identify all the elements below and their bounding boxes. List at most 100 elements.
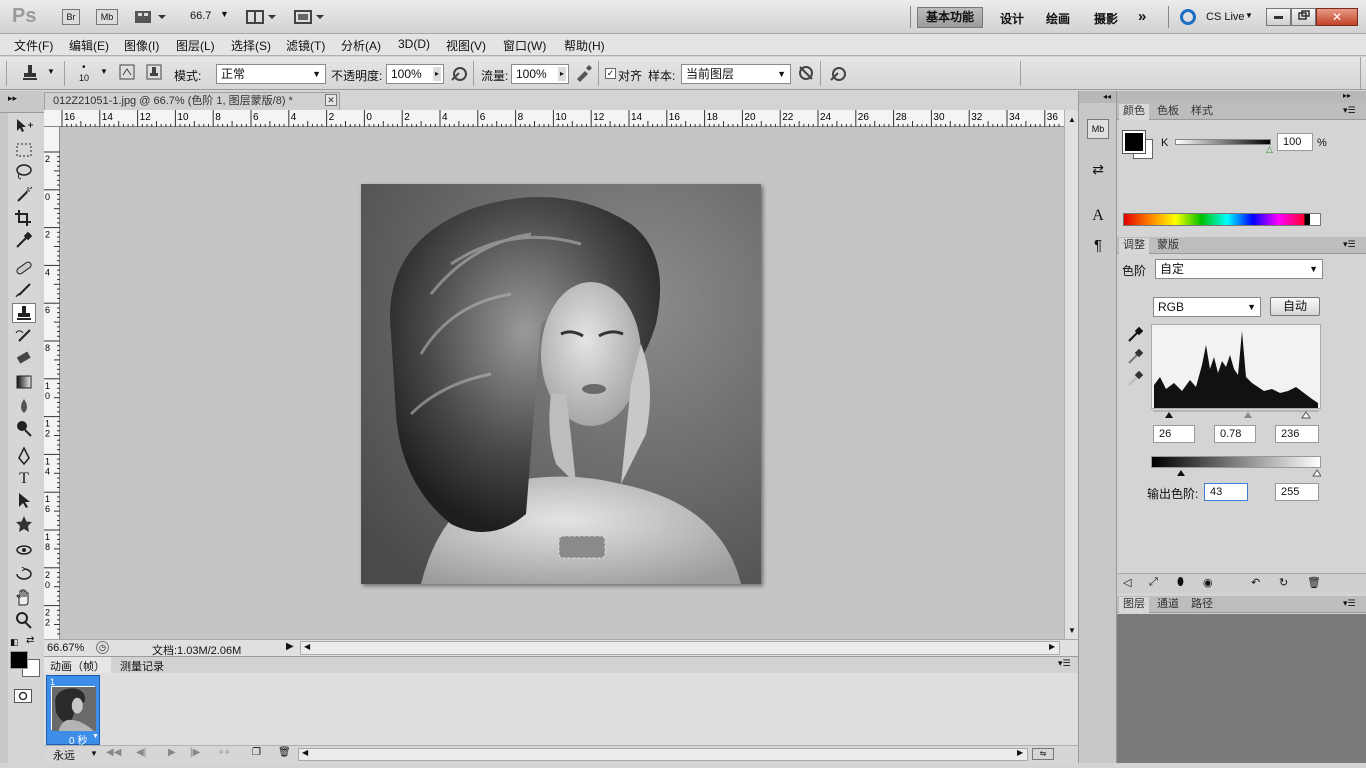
status-info-icon[interactable]: ◷	[96, 641, 109, 654]
reset-icon[interactable]: ↻	[1279, 576, 1288, 589]
minimize-button[interactable]	[1266, 8, 1291, 26]
custom-shape-tool[interactable]	[12, 515, 36, 535]
menu-view[interactable]: 视图(V)	[446, 37, 486, 54]
zoom-dropdown-arrow-icon[interactable]: ▼	[220, 9, 229, 19]
quick-selection-tool[interactable]	[12, 185, 36, 205]
flow-slider-arrow-icon[interactable]: ▸	[557, 67, 566, 81]
previous-frame-icon[interactable]: ◀|	[136, 747, 146, 758]
crop-tool[interactable]	[12, 209, 36, 229]
auto-button[interactable]: 自动	[1270, 297, 1320, 316]
vertical-scrollbar[interactable]: ▲ ▼	[1064, 110, 1078, 639]
menu-select[interactable]: 选择(S)	[231, 37, 271, 54]
tab-color[interactable]: 颜色	[1119, 104, 1149, 120]
type-tool[interactable]: T	[12, 469, 36, 489]
airbrush-toggle[interactable]	[574, 63, 594, 83]
convert-to-timeline-icon[interactable]: ⇋	[1032, 748, 1054, 760]
input-levels-slider[interactable]	[1151, 409, 1321, 419]
menu-file[interactable]: 文件(F)	[14, 37, 53, 54]
sample-dropdown[interactable]: 当前图层 ▼	[681, 64, 791, 84]
opacity-field[interactable]: 100% ▸	[386, 64, 444, 84]
view-extras-button[interactable]	[134, 9, 168, 25]
foreground-color-swatch[interactable]	[10, 651, 28, 669]
menu-analysis[interactable]: 分析(A)	[341, 37, 381, 54]
k-value-field[interactable]: 100	[1277, 133, 1313, 151]
channel-dropdown[interactable]: RGB ▼	[1153, 297, 1261, 317]
tab-channels[interactable]: 通道	[1153, 597, 1183, 613]
workspace-photography[interactable]: 摄影	[1094, 10, 1118, 27]
brush-picker-arrow-icon[interactable]: ▼	[100, 67, 108, 76]
menu-window[interactable]: 窗口(W)	[503, 37, 546, 54]
delete-adjustment-icon[interactable]: 🗑	[1307, 576, 1321, 589]
path-selection-tool[interactable]	[12, 491, 36, 511]
character-panel-icon[interactable]: A	[1088, 207, 1108, 227]
tab-masks[interactable]: 蒙版	[1153, 238, 1183, 254]
workspace-design[interactable]: 设计	[1000, 10, 1024, 27]
tab-swatches[interactable]: 色板	[1153, 104, 1183, 120]
menu-3d[interactable]: 3D(D)	[398, 37, 430, 51]
mini-bridge-panel-icon[interactable]: Mb	[1087, 119, 1109, 139]
tween-icon[interactable]: ∘∘	[218, 747, 231, 758]
clone-source-toggle[interactable]	[144, 63, 164, 83]
k-slider-handle-icon[interactable]: △	[1266, 144, 1273, 155]
status-menu-arrow-icon[interactable]: ▶	[286, 641, 294, 652]
marquee-tool[interactable]	[12, 141, 36, 161]
output-levels-slider[interactable]	[1151, 468, 1322, 478]
loop-dropdown-icon[interactable]: ▼	[90, 749, 98, 758]
tool-preset-arrow-icon[interactable]: ▼	[47, 67, 55, 76]
quick-mask-button[interactable]	[14, 689, 32, 703]
color-fg-swatch[interactable]	[1122, 130, 1146, 154]
aligned-checkbox[interactable]: ✓	[605, 68, 616, 79]
tab-animation-frames[interactable]: 动画（帧）	[44, 657, 111, 674]
scroll-left-icon[interactable]: ◀	[304, 642, 310, 651]
eraser-tool[interactable]	[12, 349, 36, 369]
bridge-button[interactable]: Br	[62, 9, 80, 25]
move-tool[interactable]	[12, 117, 36, 137]
output-black-field[interactable]: 43	[1204, 483, 1248, 501]
mode-dropdown[interactable]: 正常 ▼	[216, 64, 326, 84]
mini-bridge-button[interactable]: Mb	[96, 9, 118, 25]
play-icon[interactable]: ▶	[168, 747, 176, 758]
brush-panel-toggle[interactable]	[117, 63, 137, 83]
ignore-adjustment-layers-toggle[interactable]	[796, 63, 816, 83]
menu-filter[interactable]: 滤镜(T)	[286, 37, 325, 54]
next-frame-icon[interactable]: |▶	[190, 747, 200, 758]
eyedropper-tool[interactable]	[12, 231, 36, 251]
pressure-size-toggle[interactable]	[828, 63, 848, 83]
pressure-opacity-toggle[interactable]	[449, 63, 469, 83]
visibility-eye-icon[interactable]: ◉	[1203, 576, 1213, 589]
input-white-field[interactable]: 236	[1275, 425, 1319, 443]
black-point-eyedropper[interactable]	[1127, 326, 1144, 346]
tab-paths[interactable]: 路径	[1187, 597, 1217, 613]
healing-brush-tool[interactable]	[12, 259, 36, 279]
duplicate-frame-icon[interactable]: ❐	[252, 747, 261, 758]
menu-layer[interactable]: 图层(L)	[176, 37, 215, 54]
color-spectrum-ramp[interactable]	[1123, 213, 1321, 226]
arrange-documents-button[interactable]	[246, 9, 280, 25]
default-colors-icon[interactable]: ◧	[10, 637, 19, 648]
white-point-eyedropper[interactable]	[1127, 370, 1144, 390]
k-slider[interactable]	[1175, 139, 1271, 145]
layers-panel-menu-icon[interactable]: ▾☰	[1343, 598, 1356, 609]
frame-delay-arrow-icon[interactable]: ▼	[92, 733, 99, 740]
expand-view-icon[interactable]: ⤢	[1149, 576, 1158, 589]
more-workspaces-icon[interactable]: »	[1138, 8, 1146, 25]
scroll-right-icon[interactable]: ▶	[1049, 642, 1055, 651]
history-brush-tool[interactable]	[12, 327, 36, 347]
history-panel-icon[interactable]: ⇄	[1088, 161, 1108, 181]
menu-image[interactable]: 图像(I)	[124, 37, 159, 54]
first-frame-icon[interactable]: ◀◀	[106, 747, 121, 758]
levels-preset-dropdown[interactable]: 自定 ▼	[1155, 259, 1323, 279]
zoom-level[interactable]: 66.7	[190, 10, 211, 22]
close-button[interactable]: ✕	[1316, 8, 1358, 26]
restore-button[interactable]	[1291, 8, 1316, 26]
animation-panel-menu-icon[interactable]: ▾☰	[1058, 658, 1071, 669]
3d-rotate-tool[interactable]	[12, 541, 36, 561]
workspace-essentials[interactable]: 基本功能	[917, 7, 983, 28]
input-gamma-field[interactable]: 0.78	[1214, 425, 1256, 443]
lasso-tool[interactable]	[12, 163, 36, 183]
return-to-list-icon[interactable]: ◁	[1123, 576, 1131, 589]
adjustments-panel-menu-icon[interactable]: ▾☰	[1343, 239, 1356, 250]
status-zoom[interactable]: 66.67%	[47, 642, 84, 654]
menu-help[interactable]: 帮助(H)	[564, 37, 605, 54]
timeline-scrollbar[interactable]: ◀ ▶	[298, 748, 1028, 761]
